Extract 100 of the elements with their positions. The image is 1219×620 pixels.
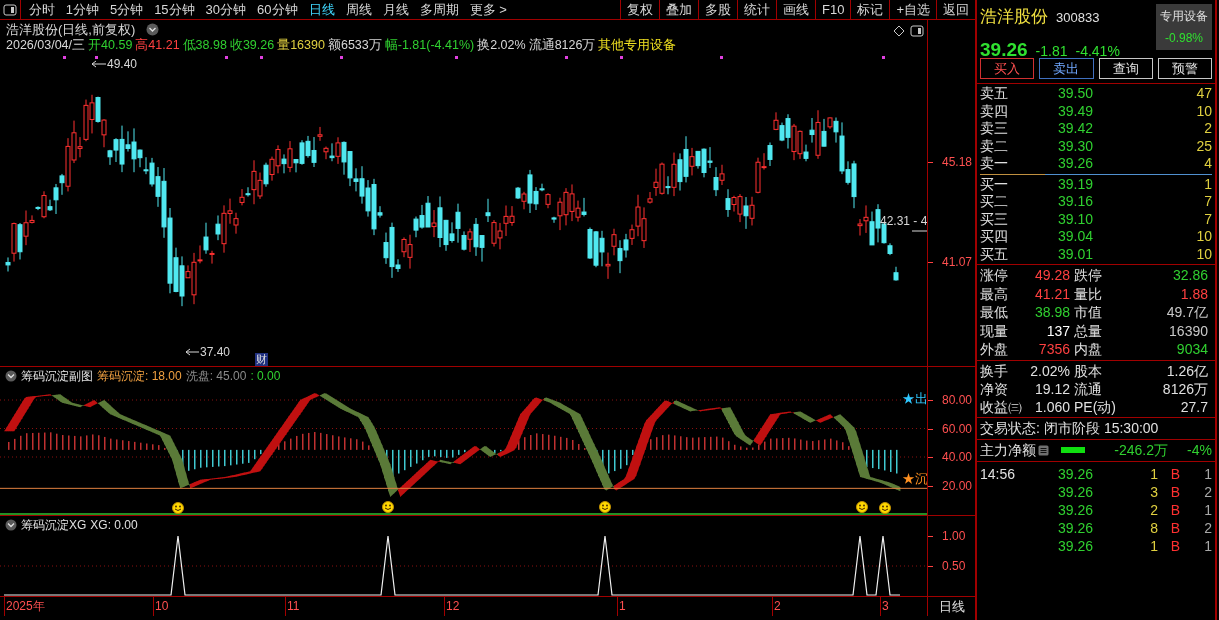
fundamental-value: 27.7: [1179, 397, 1209, 416]
indicator-name: 筹码沉淀副图: [21, 369, 93, 383]
stat-value: 49.28: [1033, 266, 1071, 285]
stat-value: 38.98: [1033, 303, 1071, 322]
order-price: 39.50: [1058, 85, 1095, 103]
period-tab[interactable]: 周线: [345, 0, 372, 20]
period-tab[interactable]: 多周期: [419, 0, 459, 20]
period-tab[interactable]: 分时: [28, 0, 55, 20]
stat-label: 量比: [1074, 284, 1103, 304]
period-tab[interactable]: 月线: [382, 0, 409, 20]
tick-count: 1: [1203, 536, 1212, 555]
order-price: 39.49: [1058, 102, 1095, 120]
date-label: 11: [287, 598, 300, 615]
tick-side: B: [1169, 500, 1180, 519]
fundamental-label: 净资: [980, 379, 1009, 398]
stat-label: 市值: [1074, 303, 1103, 322]
toolbar-button[interactable]: 叠加: [659, 0, 698, 20]
period-tab[interactable]: 15分钟: [154, 0, 195, 20]
action-button[interactable]: 买入: [980, 58, 1035, 79]
order-label: 买三: [980, 210, 1009, 228]
toolbar-button[interactable]: 返回: [936, 0, 975, 20]
toolbar-button[interactable]: 标记: [850, 0, 890, 20]
stat-label: 现量: [980, 321, 1009, 341]
indicator-value: XG: 0.00: [90, 518, 138, 532]
order-price: 39.19: [1058, 175, 1095, 193]
period-tab[interactable]: 更多 >: [469, 0, 507, 20]
stat-label: 最高: [980, 284, 1009, 304]
quote-text: 换2.02%: [477, 38, 526, 53]
event-marker[interactable]: 财: [255, 353, 268, 366]
period-label[interactable]: 日线: [938, 596, 965, 617]
order-label: 卖三: [980, 120, 1009, 138]
order-volume: 10: [1195, 102, 1212, 120]
stat-value: 137: [1045, 321, 1071, 341]
indicator-name: 筹码沉淀XG: [21, 518, 87, 532]
tick-count: 2: [1203, 482, 1212, 501]
order-volume: 2: [1203, 120, 1212, 138]
order-label: 卖四: [980, 102, 1009, 120]
order-volume: 1: [1203, 175, 1212, 193]
price-axis-label: 45.18: [942, 155, 973, 169]
date-label: 1: [619, 598, 626, 615]
quote-text: 其他专用设备: [598, 38, 677, 53]
sector-card[interactable]: 专用设备 -0.98%: [1156, 4, 1212, 50]
order-price: 39.30: [1058, 137, 1095, 155]
fundamental-label: 收益㈢: [980, 397, 1020, 416]
quote-text: 高41.21: [135, 38, 180, 53]
tick-volume: 1: [1149, 536, 1158, 555]
toolbar-button[interactable]: F10: [815, 0, 851, 20]
quote-text: 低38.98: [182, 38, 227, 53]
order-volume: 10: [1195, 228, 1212, 246]
quote-text: 2026/03/04/三: [6, 38, 86, 53]
tick-price: 39.26: [1058, 536, 1095, 555]
quote-text: 幅-1.81(-4.41%): [384, 38, 475, 53]
order-label: 买一: [980, 175, 1009, 193]
last-price-label: 42.31 - 4: [880, 214, 927, 228]
action-button[interactable]: 预警: [1157, 58, 1212, 79]
tick-count: 1: [1203, 500, 1212, 519]
status-value: 闭市阶段: [1043, 418, 1100, 438]
status-time: 15:30:00: [1103, 418, 1159, 438]
period-tab[interactable]: 60分钟: [257, 0, 298, 20]
period-tab[interactable]: 1分钟: [65, 0, 99, 20]
status-label: 交易状态:: [980, 418, 1040, 438]
indicator-value: : 0.00: [250, 369, 281, 383]
period-tab[interactable]: 日线: [308, 0, 335, 20]
order-label: 买四: [980, 228, 1009, 246]
toolbar-button[interactable]: 多股: [698, 0, 737, 20]
period-tab[interactable]: 30分钟: [205, 0, 247, 20]
quote-text: 开40.59: [88, 38, 133, 53]
tick-volume: 3: [1149, 482, 1158, 501]
toolbar-button[interactable]: +自选: [889, 0, 936, 20]
date-label: 2: [774, 598, 781, 615]
axis-label: 20.00: [942, 479, 973, 493]
signal-label: ★沉: [902, 472, 927, 486]
action-button[interactable]: 查询: [1098, 58, 1153, 79]
stat-value: 32.86: [1171, 266, 1209, 285]
price-axis-label: 41.07: [942, 255, 973, 269]
fundamental-label: 流通: [1074, 379, 1103, 398]
fundamental-value: 19.12: [1033, 379, 1071, 398]
stock-code: 300833: [1056, 9, 1100, 27]
tick-count: 1: [1203, 464, 1212, 483]
fundamental-label: PE(动): [1074, 397, 1117, 416]
order-volume: 10: [1195, 245, 1212, 263]
axis-label: 40.00: [942, 450, 973, 464]
fundamental-value: 2.02%: [1029, 361, 1071, 380]
order-volume: 4: [1203, 155, 1212, 173]
toolbar-button[interactable]: 复权: [620, 0, 659, 20]
tick-price: 39.26: [1058, 518, 1095, 537]
quote-text: 流通8126万: [528, 38, 596, 53]
period-tab[interactable]: 5分钟: [109, 0, 144, 20]
fundamental-value: 8126万: [1161, 379, 1209, 398]
tick-price: 39.26: [1058, 464, 1095, 483]
fundamental-label: 股本: [1074, 361, 1103, 380]
order-price: 39.10: [1058, 210, 1095, 228]
order-label: 卖五: [980, 85, 1009, 103]
action-button[interactable]: 卖出: [1039, 58, 1094, 79]
stat-value: 49.7亿: [1165, 303, 1209, 322]
fundamental-value: 1.060: [1033, 397, 1071, 416]
tick-side: B: [1169, 464, 1180, 483]
toolbar-button[interactable]: 画线: [776, 0, 815, 20]
toolbar-button[interactable]: 统计: [737, 0, 776, 20]
stock-name: 浩洋股份: [980, 6, 1048, 28]
